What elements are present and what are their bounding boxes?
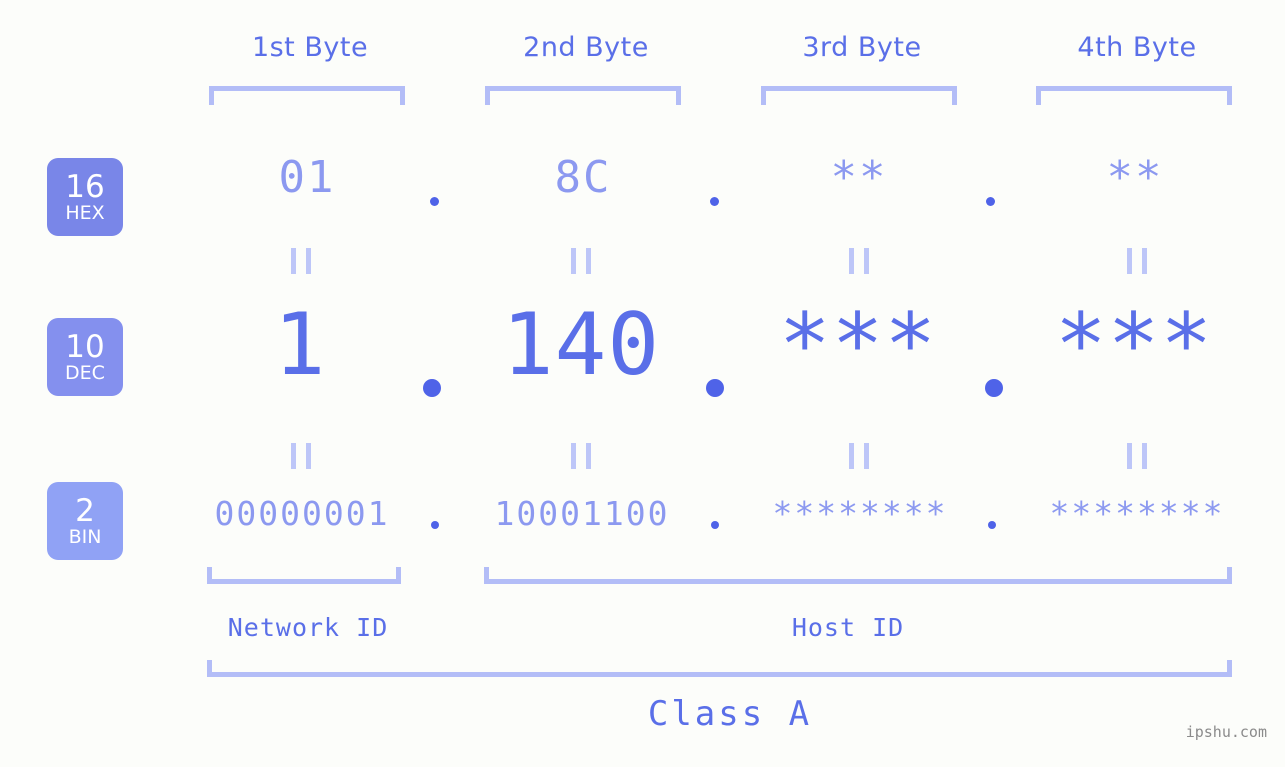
byte-bracket-1 <box>209 86 405 105</box>
dec-value-byte-2: 140 <box>501 295 661 395</box>
dec-value-byte-1: 1 <box>273 295 327 395</box>
dec-dot-separator-3 <box>985 379 1003 397</box>
equals-connector-dec-bin-3 <box>849 443 869 469</box>
hex-dot-separator-2 <box>710 197 719 206</box>
equals-connector-hex-dec-2 <box>571 248 591 274</box>
dec-value-byte-3: *** <box>778 295 938 395</box>
equals-connector-hex-dec-4 <box>1127 248 1147 274</box>
bin-value-byte-4: ******** <box>1049 494 1225 533</box>
byte-bracket-2 <box>485 86 681 105</box>
equals-connector-hex-dec-3 <box>849 248 869 274</box>
base-badge-hex-number: 16 <box>65 168 105 205</box>
equals-connector-hex-dec-1 <box>291 248 311 274</box>
class-label: Class A <box>647 694 813 734</box>
network-id-label: Network ID <box>227 613 389 642</box>
base-badge-dec: 10 DEC <box>47 318 123 396</box>
equals-connector-dec-bin-1 <box>291 443 311 469</box>
byte-header-3: 3rd Byte <box>802 32 922 63</box>
base-badge-hex-abbr: HEX <box>65 201 105 224</box>
base-badge-dec-abbr: DEC <box>65 361 105 384</box>
equals-connector-dec-bin-4 <box>1127 443 1147 469</box>
byte-header-4: 4th Byte <box>1077 32 1197 63</box>
bin-dot-separator-3 <box>988 521 996 529</box>
watermark: ipshu.com <box>1185 723 1267 741</box>
bin-value-byte-3: ******** <box>772 494 948 533</box>
bin-dot-separator-1 <box>431 521 439 529</box>
base-badge-dec-number: 10 <box>65 328 105 365</box>
hex-value-byte-4: ** <box>1106 152 1164 203</box>
bin-value-byte-2: 10001100 <box>494 494 670 533</box>
host-id-bracket <box>484 567 1232 584</box>
equals-connector-dec-bin-2 <box>571 443 591 469</box>
hex-dot-separator-3 <box>986 197 995 206</box>
ip-address-breakdown-diagram: 1st Byte 2nd Byte 3rd Byte 4th Byte 16 H… <box>0 0 1285 767</box>
base-badge-bin: 2 BIN <box>47 482 123 560</box>
network-id-bracket <box>207 567 401 584</box>
base-badge-bin-number: 2 <box>75 492 95 529</box>
hex-value-byte-3: ** <box>830 152 888 203</box>
class-bracket <box>207 660 1232 677</box>
host-id-label: Host ID <box>791 613 905 642</box>
base-badge-bin-abbr: BIN <box>68 525 102 548</box>
byte-header-1: 1st Byte <box>251 32 369 63</box>
hex-dot-separator-1 <box>430 197 439 206</box>
hex-value-byte-2: 8C <box>554 152 612 203</box>
dec-dot-separator-1 <box>423 379 441 397</box>
byte-bracket-3 <box>761 86 957 105</box>
byte-header-2: 2nd Byte <box>523 32 649 63</box>
base-badge-hex: 16 HEX <box>47 158 123 236</box>
bin-dot-separator-2 <box>711 521 719 529</box>
dec-dot-separator-2 <box>706 379 724 397</box>
byte-bracket-4 <box>1036 86 1232 105</box>
bin-value-byte-1: 00000001 <box>214 494 390 533</box>
hex-value-byte-1: 01 <box>278 152 336 203</box>
dec-value-byte-4: *** <box>1054 295 1214 395</box>
